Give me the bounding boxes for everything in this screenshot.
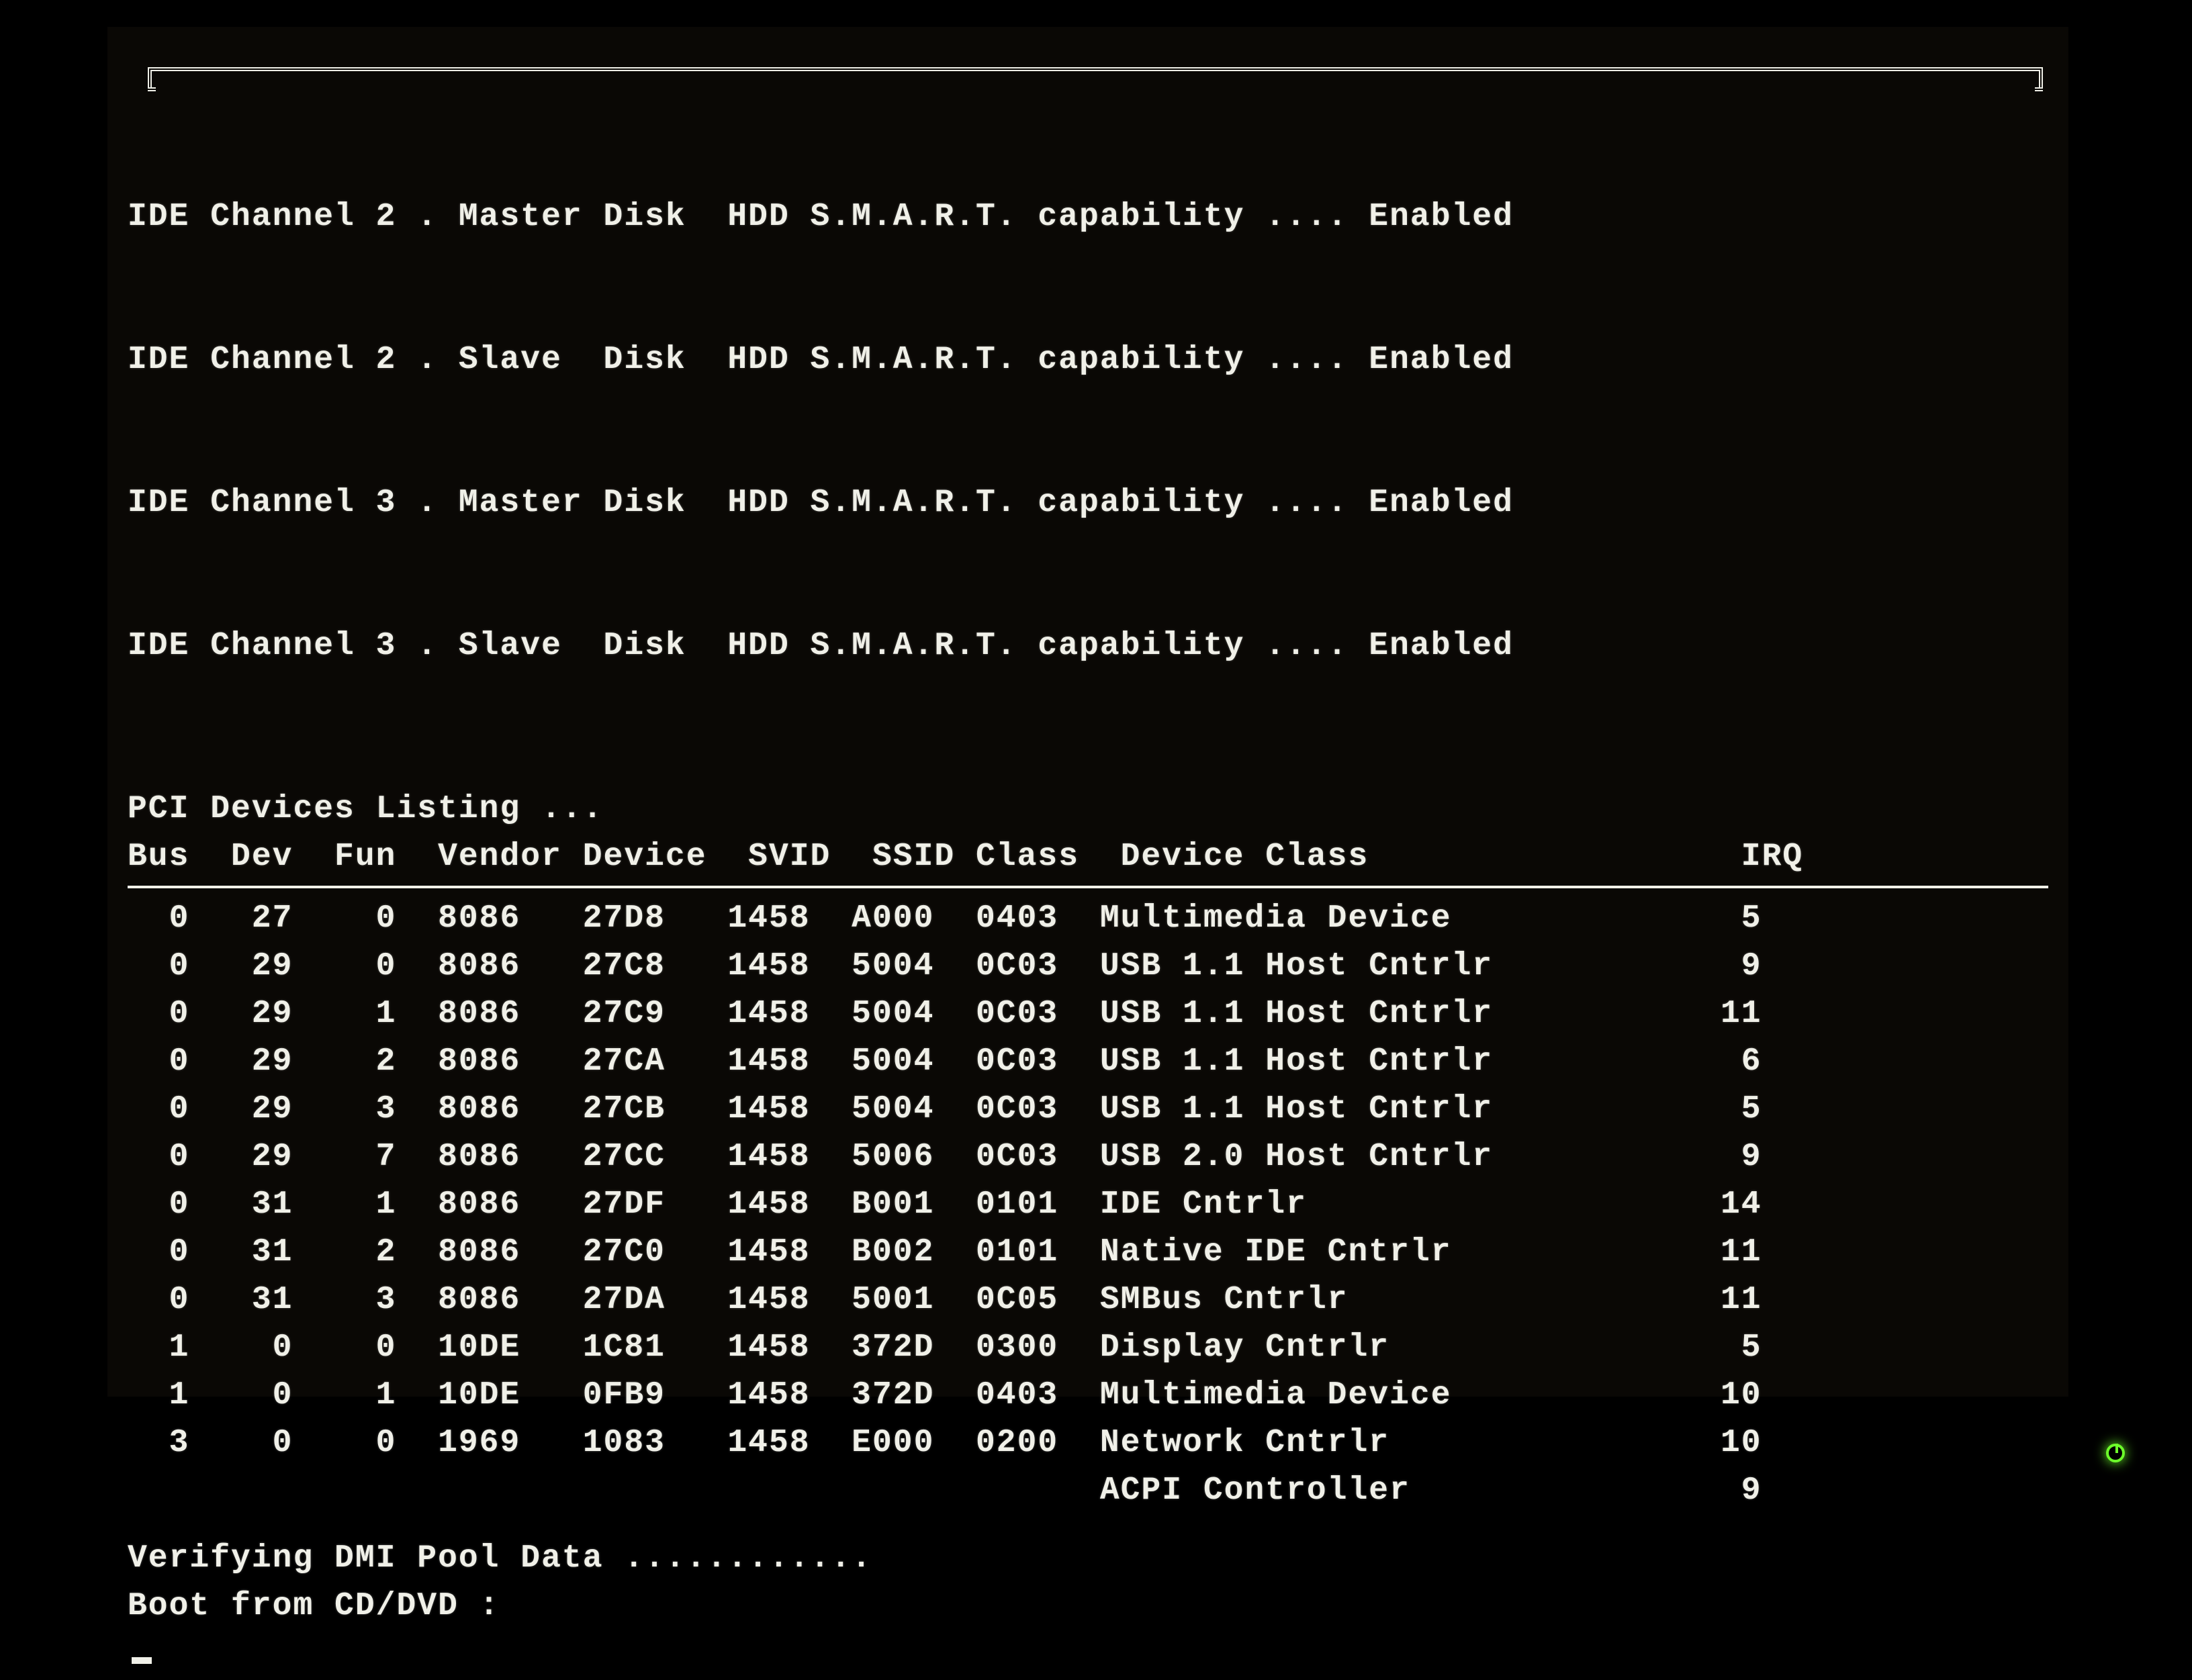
- ide-line: IDE Channel 3 . Master Disk HDD S.M.A.R.…: [128, 479, 2048, 527]
- pci-title: PCI Devices Listing ...: [128, 786, 2048, 833]
- table-row: 3 0 0 1969 1083 1458 E000 0200 Network C…: [128, 1419, 2048, 1467]
- table-row: 0 29 2 8086 27CA 1458 5004 0C03 USB 1.1 …: [128, 1038, 2048, 1086]
- table-row: 0 29 1 8086 27C9 1458 5004 0C03 USB 1.1 …: [128, 990, 2048, 1038]
- ide-line: IDE Channel 2 . Slave Disk HDD S.M.A.R.T…: [128, 336, 2048, 384]
- pci-table-body: 0 27 0 8086 27D8 1458 A000 0403 Multimed…: [128, 895, 2048, 1515]
- ide-line: IDE Channel 3 . Slave Disk HDD S.M.A.R.T…: [128, 622, 2048, 670]
- table-row: 0 31 1 8086 27DF 1458 B001 0101 IDE Cntr…: [128, 1181, 2048, 1229]
- box-border: [148, 67, 2043, 87]
- table-row: ACPI Controller 9: [128, 1467, 2048, 1515]
- divider: [128, 886, 2048, 888]
- pci-header: Bus Dev Fun Vendor Device SVID SSID Clas…: [128, 833, 2048, 881]
- boot-line: Boot from CD/DVD :: [128, 1583, 2048, 1630]
- table-row: 0 27 0 8086 27D8 1458 A000 0403 Multimed…: [128, 895, 2048, 943]
- table-row: 0 29 7 8086 27CC 1458 5006 0C03 USB 2.0 …: [128, 1133, 2048, 1181]
- ide-line: IDE Channel 2 . Master Disk HDD S.M.A.R.…: [128, 193, 2048, 241]
- bios-screen: IDE Channel 2 . Master Disk HDD S.M.A.R.…: [107, 27, 2068, 1397]
- table-row: 1 0 0 10DE 1C81 1458 372D 0300 Display C…: [128, 1324, 2048, 1372]
- cursor: [132, 1657, 152, 1664]
- table-row: 0 31 3 8086 27DA 1458 5001 0C05 SMBus Cn…: [128, 1276, 2048, 1324]
- table-row: 0 29 0 8086 27C8 1458 5004 0C03 USB 1.1 …: [128, 943, 2048, 990]
- power-led-icon: [2106, 1444, 2125, 1462]
- table-row: 0 29 3 8086 27CB 1458 5004 0C03 USB 1.1 …: [128, 1086, 2048, 1133]
- ide-status-block: IDE Channel 2 . Master Disk HDD S.M.A.R.…: [128, 98, 2048, 765]
- table-row: 1 0 1 10DE 0FB9 1458 372D 0403 Multimedi…: [128, 1372, 2048, 1419]
- table-row: 0 31 2 8086 27C0 1458 B002 0101 Native I…: [128, 1229, 2048, 1276]
- verify-line: Verifying DMI Pool Data ............: [128, 1535, 2048, 1583]
